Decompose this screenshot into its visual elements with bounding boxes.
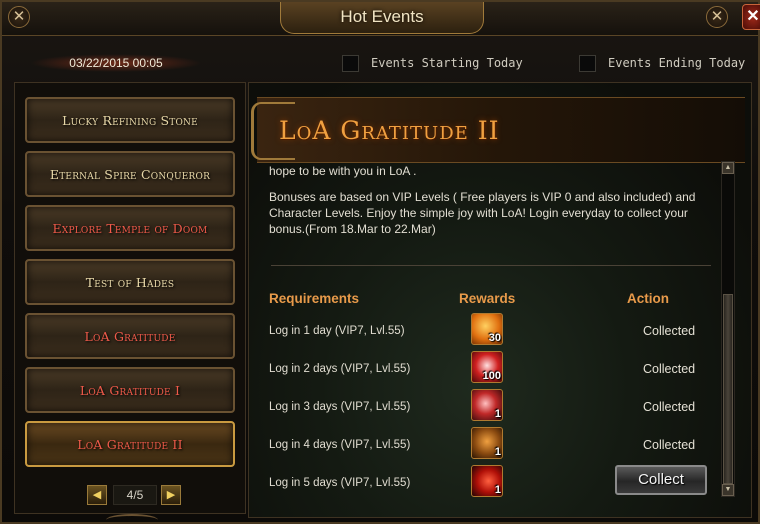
bottom-ornament-icon (106, 514, 158, 524)
server-date: 03/22/2015 00:05 (30, 54, 202, 72)
action-status: Collected (643, 438, 696, 452)
reward-quantity: 1 (494, 484, 501, 496)
next-page-button[interactable]: ▶ (161, 485, 181, 505)
starting-today-checkbox[interactable] (342, 54, 359, 72)
filter-starting-today[interactable]: Events Starting Today (342, 53, 523, 73)
requirement-text: Log in 4 days (VIP7, Lvl.55) (269, 439, 411, 451)
rewards-header: Rewards (459, 291, 516, 306)
close-button[interactable]: ✕ (742, 4, 760, 30)
event-detail-panel: LoA Gratitude II hope to be with you in … (248, 82, 752, 518)
event-item-label: LoA Gratitude (84, 328, 176, 344)
reward-quantity: 1 (494, 446, 501, 458)
event-title: LoA Gratitude II (279, 116, 500, 145)
event-item-eternal-spire-conqueror[interactable]: Eternal Spire Conqueror (25, 151, 235, 197)
event-item-label: LoA Gratitude I (79, 382, 181, 398)
title-bar: ✕ Hot Events ✕ ✕ (2, 2, 760, 36)
requirements-header: Requirements (269, 291, 360, 306)
event-item-loa-gratitude-ii[interactable]: LoA Gratitude II (25, 421, 235, 467)
corner-ornament-icon: ✕ (706, 6, 728, 28)
red-crystal-icon[interactable]: 1 (471, 389, 503, 421)
divider (271, 265, 711, 266)
action-header: Action (627, 291, 669, 306)
event-description: hope to be with you in LoA . Bonuses are… (269, 163, 709, 247)
pager: ◀ 4/5 ▶ (87, 485, 185, 507)
event-item-label: LoA Gratitude II (77, 436, 183, 452)
ending-today-checkbox[interactable] (579, 54, 596, 72)
bronze-chest-icon[interactable]: 1 (471, 427, 503, 459)
scrollbar[interactable]: ▲ ▼ (721, 161, 735, 497)
collect-button[interactable]: Collect (615, 465, 707, 495)
requirement-text: Log in 1 day (VIP7, Lvl.55) (269, 325, 405, 337)
event-item-label: Lucky Refining Stone (62, 112, 198, 128)
event-item-label: Explore Temple of Doom (52, 220, 208, 236)
scroll-down-button[interactable]: ▼ (722, 484, 734, 496)
scroll-thumb[interactable] (723, 294, 733, 484)
starting-today-label: Events Starting Today (371, 56, 523, 70)
event-item-explore-temple-of-doom[interactable]: Explore Temple of Doom (25, 205, 235, 251)
event-item-test-of-hades[interactable]: Test of Hades (25, 259, 235, 305)
event-item-label: Test of Hades (85, 274, 175, 290)
ending-today-label: Events Ending Today (608, 56, 746, 70)
window-title: Hot Events (340, 7, 424, 26)
reward-quantity: 1 (494, 408, 501, 420)
requirement-text: Log in 5 days (VIP7, Lvl.55) (269, 477, 411, 489)
hot-events-window: ✕ Hot Events ✕ ✕ 03/22/2015 00:05 Events… (0, 0, 760, 524)
action-status: Collected (643, 362, 696, 376)
event-item-label: Eternal Spire Conqueror (49, 166, 211, 182)
description-line: Bonuses are based on VIP Levels ( Free p… (269, 190, 696, 236)
crimson-crescent-icon[interactable]: 1 (471, 465, 503, 497)
gold-flame-icon[interactable]: 30 (471, 313, 503, 345)
event-list: Lucky Refining Stone Eternal Spire Conqu… (14, 82, 246, 514)
scroll-up-button[interactable]: ▲ (722, 162, 734, 174)
event-item-lucky-refining-stone[interactable]: Lucky Refining Stone (25, 97, 235, 143)
requirement-text: Log in 3 days (VIP7, Lvl.55) (269, 401, 411, 413)
event-banner: LoA Gratitude II (251, 97, 745, 163)
event-item-loa-gratitude-i[interactable]: LoA Gratitude I (25, 367, 235, 413)
requirement-text: Log in 2 days (VIP7, Lvl.55) (269, 363, 411, 375)
page-indicator: 4/5 (113, 485, 157, 505)
filter-ending-today[interactable]: Events Ending Today (579, 53, 745, 73)
event-item-loa-gratitude[interactable]: LoA Gratitude (25, 313, 235, 359)
corner-ornament-icon: ✕ (8, 6, 30, 28)
red-orb-icon[interactable]: 100 (471, 351, 503, 383)
reward-quantity: 100 (482, 370, 501, 382)
description-line: hope to be with you in LoA . (269, 164, 417, 178)
reward-quantity: 30 (488, 332, 501, 344)
prev-page-button[interactable]: ◀ (87, 485, 107, 505)
action-status: Collected (643, 324, 696, 338)
title-plate: Hot Events (280, 2, 484, 34)
action-status: Collected (643, 400, 696, 414)
